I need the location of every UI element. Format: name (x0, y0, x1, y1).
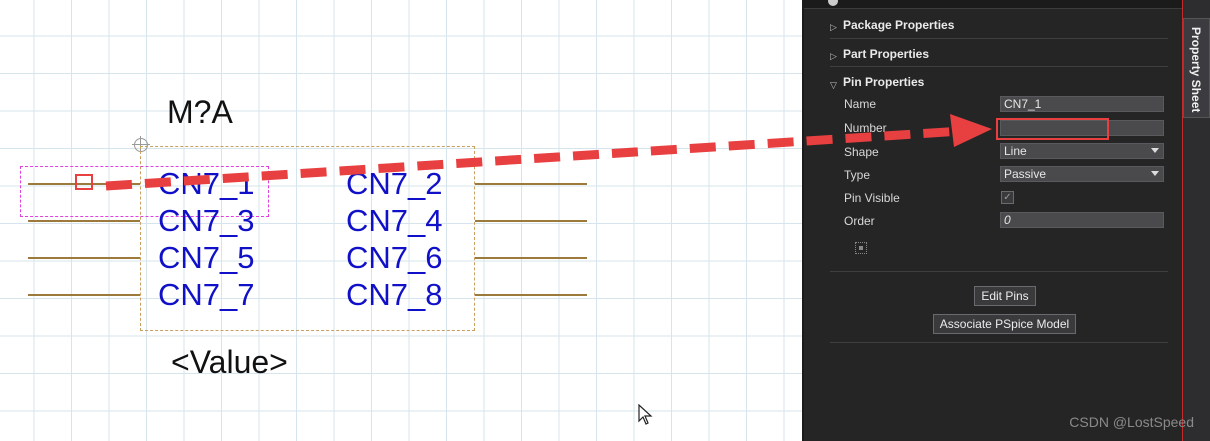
dropdown-arrow-icon[interactable] (1151, 148, 1159, 153)
panel-pin-icon[interactable] (828, 0, 838, 6)
divider (830, 66, 1168, 67)
pin-label[interactable]: CN7_6 (346, 242, 443, 273)
pin-visible-label: Pin Visible (844, 191, 900, 205)
pin-line-left-3[interactable] (28, 257, 140, 259)
order-field[interactable]: 0 (1000, 212, 1164, 228)
divider (830, 271, 1168, 272)
tab-property-sheet-label: Property Sheet (1189, 27, 1203, 113)
section-pin-properties[interactable]: Pin Properties (843, 75, 924, 89)
pin-line-right-4[interactable] (475, 294, 587, 296)
shape-label: Shape (844, 145, 879, 159)
pin-line-left-4[interactable] (28, 294, 140, 296)
pin-line-right-2[interactable] (475, 220, 587, 222)
property-panel: ▷ Package Properties ▷ Part Properties ▽… (802, 0, 1210, 441)
shape-select[interactable]: Line (1000, 143, 1164, 159)
pin-label[interactable]: CN7_7 (158, 279, 255, 310)
dropdown-arrow-icon[interactable] (1151, 171, 1159, 176)
pin-label[interactable]: CN7_2 (346, 168, 443, 199)
schematic-canvas[interactable]: M?A CN7_1 CN7_2 CN7_3 CN7_4 CN7_5 CN7_6 … (0, 0, 802, 441)
section-package-properties[interactable]: Package Properties (843, 18, 954, 32)
number-field-highlight (996, 118, 1109, 140)
pin-visible-checkbox[interactable]: ✓ (1001, 191, 1014, 204)
collapse-arrow-icon[interactable]: ▽ (830, 80, 837, 91)
pin-line-right-1[interactable] (475, 183, 587, 185)
panel-titlebar (802, 0, 1182, 9)
edit-pins-button[interactable]: Edit Pins (974, 286, 1036, 306)
mouse-cursor-icon (638, 404, 653, 425)
number-label: Number (844, 121, 887, 135)
pin-annotation-marker (75, 174, 93, 190)
pin-label[interactable]: CN7_4 (346, 205, 443, 236)
fit-view-icon[interactable] (855, 242, 867, 254)
order-label: Order (844, 214, 875, 228)
part-reference[interactable]: M?A (167, 94, 233, 131)
pin-line-right-3[interactable] (475, 257, 587, 259)
name-field[interactable]: CN7_1 (1000, 96, 1164, 112)
name-label: Name (844, 97, 877, 111)
type-value: Passive (1004, 167, 1047, 181)
tab-property-sheet[interactable]: Property Sheet (1183, 18, 1210, 118)
panel-sidebar: Property Sheet (1183, 0, 1210, 441)
watermark: CSDN @LostSpeed (1069, 414, 1194, 430)
associate-pspice-model-button[interactable]: Associate PSpice Model (933, 314, 1076, 334)
panel-edge (802, 0, 804, 441)
expand-arrow-icon[interactable]: ▷ (830, 51, 837, 62)
pin-label[interactable]: CN7_5 (158, 242, 255, 273)
section-part-properties[interactable]: Part Properties (843, 47, 929, 61)
pin-label[interactable]: CN7_1 (158, 168, 255, 199)
part-value[interactable]: <Value> (171, 344, 288, 381)
pin-label[interactable]: CN7_3 (158, 205, 255, 236)
divider (830, 38, 1168, 39)
type-label: Type (844, 168, 871, 182)
pin-label[interactable]: CN7_8 (346, 279, 443, 310)
shape-value: Line (1004, 144, 1027, 158)
expand-arrow-icon[interactable]: ▷ (830, 22, 837, 33)
type-select[interactable]: Passive (1000, 166, 1164, 182)
pin-line-left-2[interactable] (28, 220, 140, 222)
divider (830, 342, 1168, 343)
